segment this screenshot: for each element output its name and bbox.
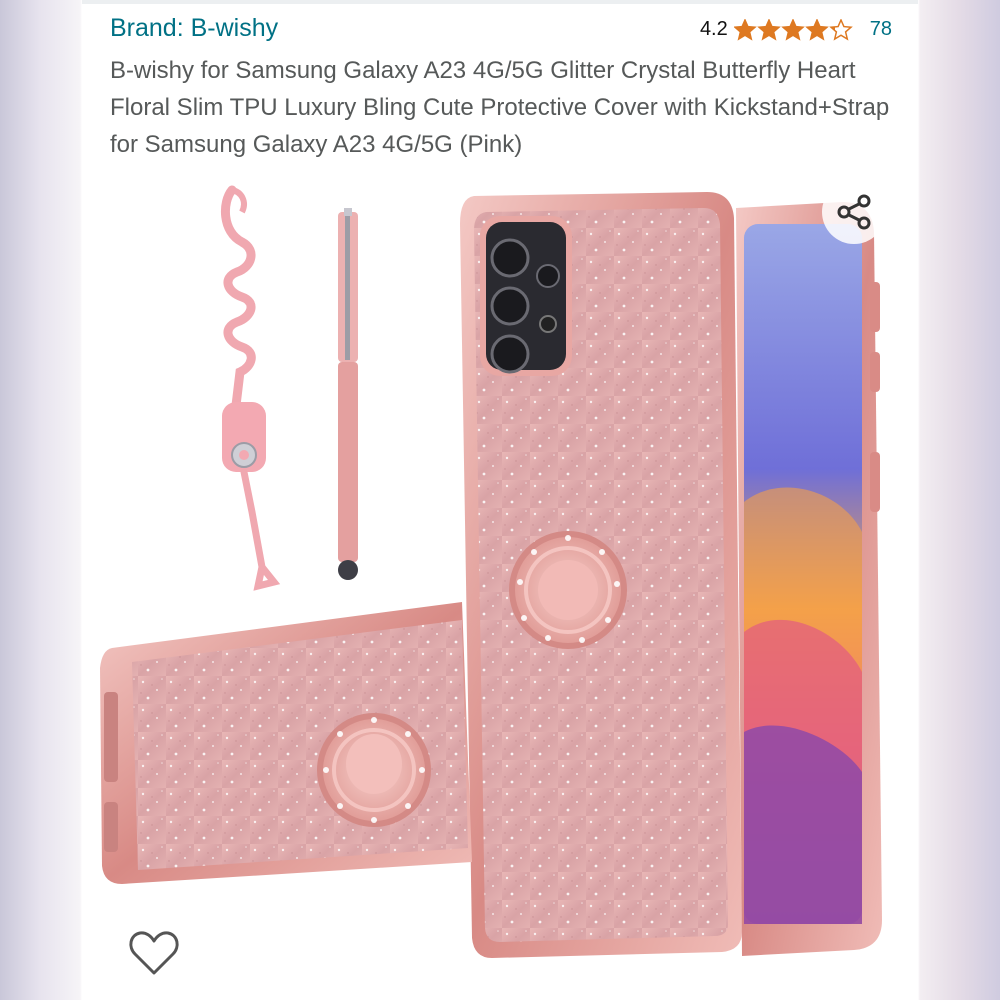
- case-front-view: [736, 202, 882, 956]
- rating-stars: [733, 18, 854, 41]
- product-image[interactable]: [82, 172, 918, 972]
- top-divider: [82, 0, 918, 4]
- case-back-view: [460, 192, 742, 958]
- brand-link[interactable]: Brand: B-wishy: [110, 14, 278, 43]
- rating-value: 4.2: [699, 18, 728, 40]
- share-button[interactable]: [822, 180, 886, 244]
- star-icon: [756, 18, 781, 41]
- star-icon: [804, 18, 829, 41]
- product-title: B-wishy for Samsung Galaxy A23 4G/5G Gli…: [110, 57, 890, 158]
- star-rating-icons: [733, 18, 853, 41]
- rating-summary[interactable]: 4.2 78: [700, 18, 892, 41]
- lanyard-strap: [220, 185, 281, 591]
- star-icon: [780, 18, 805, 41]
- product-card: Brand: B-wishy 4.2 78 B-wishy for Samsun…: [82, 0, 918, 1000]
- stylus-pen: [338, 208, 358, 580]
- star-icon: [828, 18, 853, 41]
- share-icon: [837, 194, 871, 230]
- screenshot-frame: Brand: B-wishy 4.2 78 B-wishy for Samsun…: [0, 0, 1000, 1000]
- review-count-link[interactable]: 78: [870, 18, 892, 41]
- heart-icon[interactable]: [126, 925, 182, 981]
- star-icon: [733, 18, 757, 41]
- case-kickstand-view: [100, 602, 472, 884]
